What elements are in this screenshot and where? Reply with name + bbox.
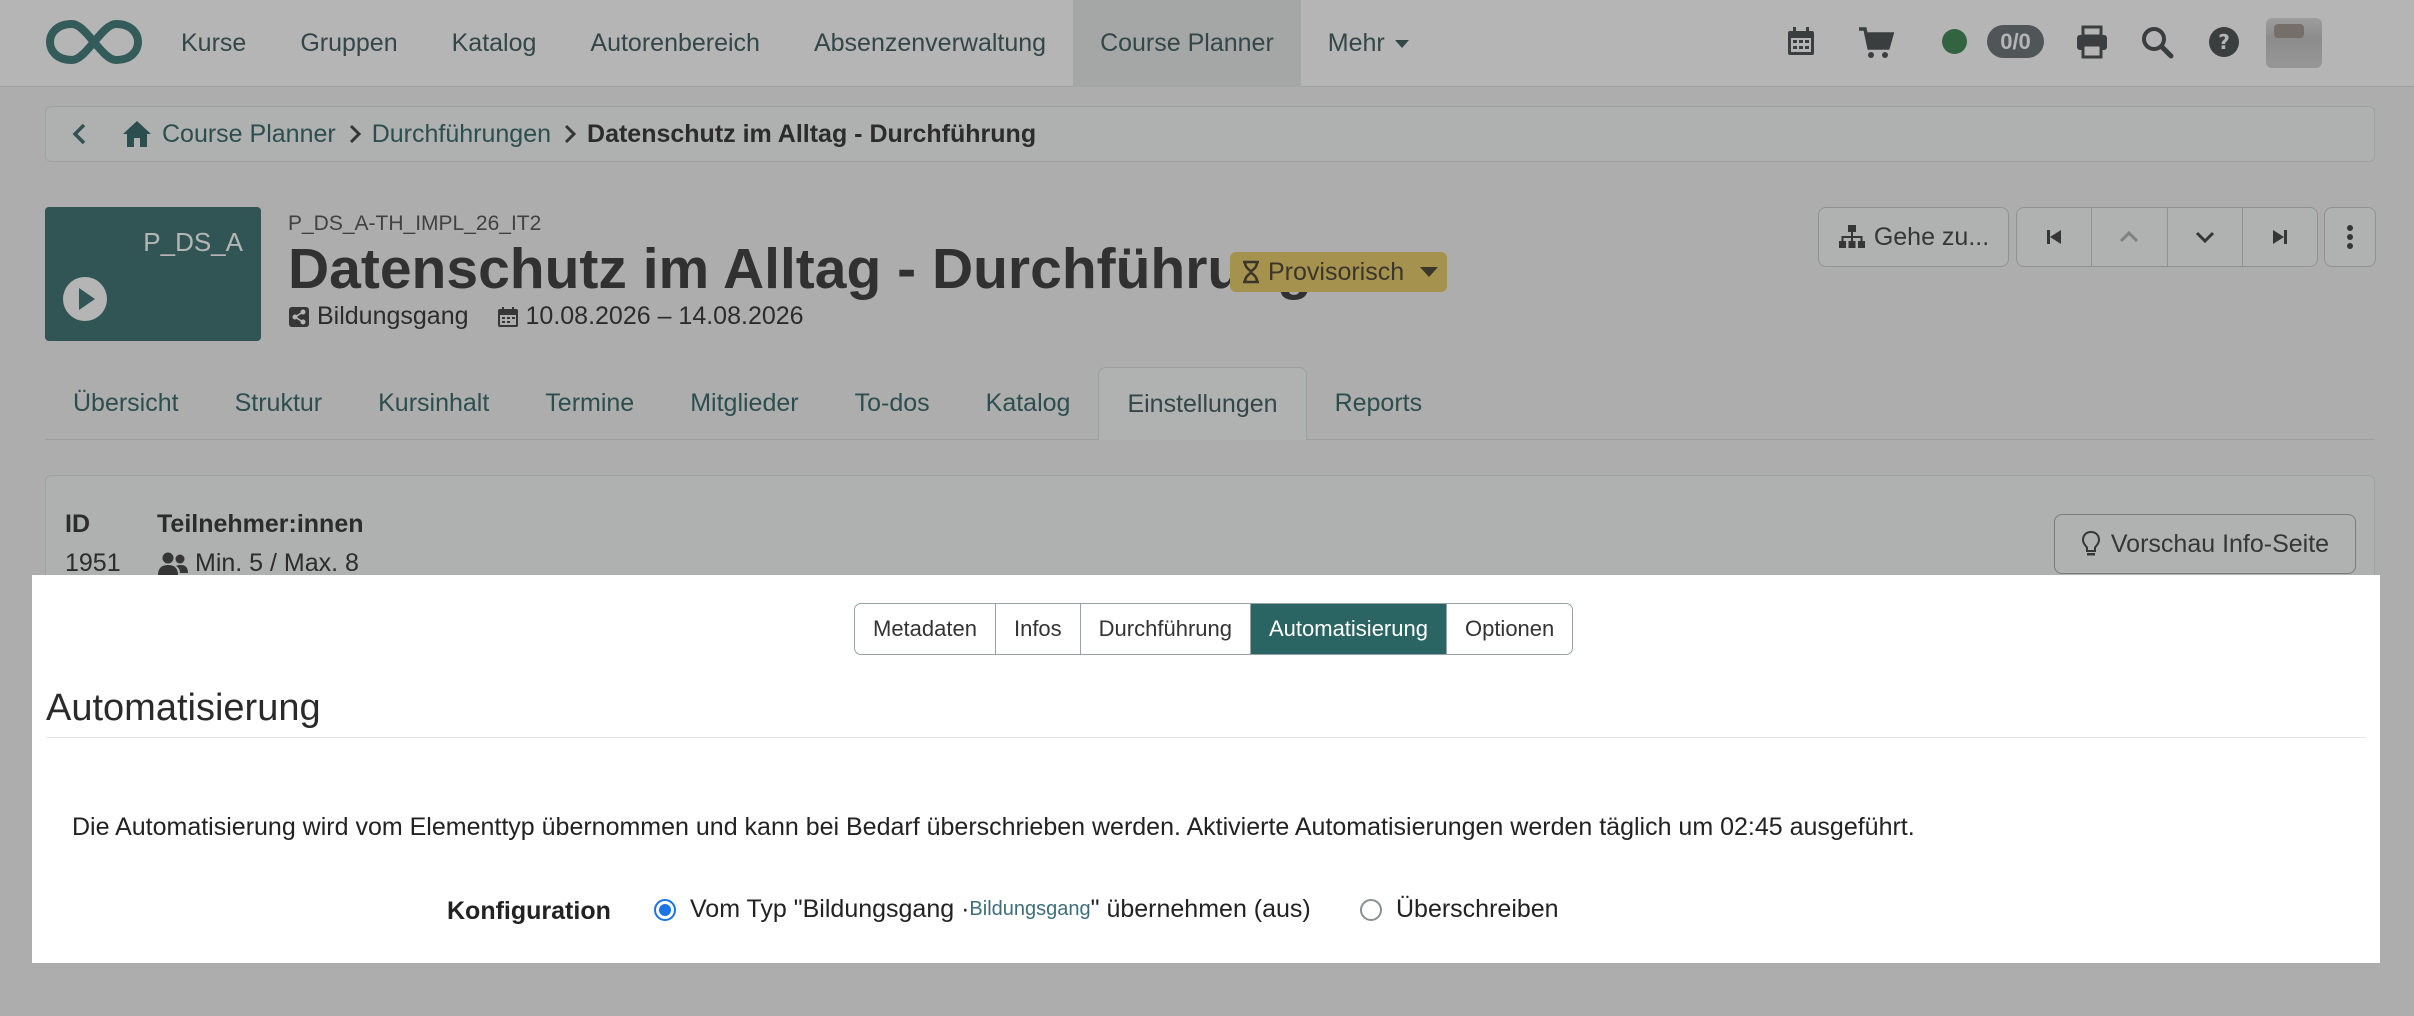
radio-override[interactable] [1360, 898, 1382, 921]
radio-override-label: Überschreiben [1396, 895, 1559, 923]
automation-description: Die Automatisierung wird vom Elementtyp … [72, 813, 1915, 841]
settings-tab-durchfuehrung[interactable]: Durchführung [1081, 604, 1251, 654]
settings-tab-infos[interactable]: Infos [996, 604, 1081, 654]
element-type-link: Bildungsgang [969, 898, 1091, 920]
settings-tabs: Metadaten Infos Durchführung Automatisie… [854, 603, 1574, 655]
settings-content: Metadaten Infos Durchführung Automatisie… [32, 575, 2380, 963]
radio-option-override[interactable]: Überschreiben [1360, 895, 1559, 924]
radio-inherit-suffix: " übernehmen (aus) [1090, 895, 1311, 923]
configuration-label: Konfiguration [447, 897, 611, 925]
settings-tab-metadaten[interactable]: Metadaten [855, 604, 996, 654]
radio-inherit-prefix: Vom Typ "Bildungsgang · [690, 895, 970, 923]
radio-option-inherit[interactable]: Vom Typ "Bildungsgang · Bildungsgang " üb… [654, 895, 1311, 924]
section-title: Automatisierung [46, 687, 321, 729]
radio-inherit[interactable] [654, 898, 676, 921]
section-divider [46, 737, 2366, 738]
settings-tab-automatisierung[interactable]: Automatisierung [1250, 604, 1447, 654]
settings-tab-optionen[interactable]: Optionen [1447, 604, 1572, 654]
